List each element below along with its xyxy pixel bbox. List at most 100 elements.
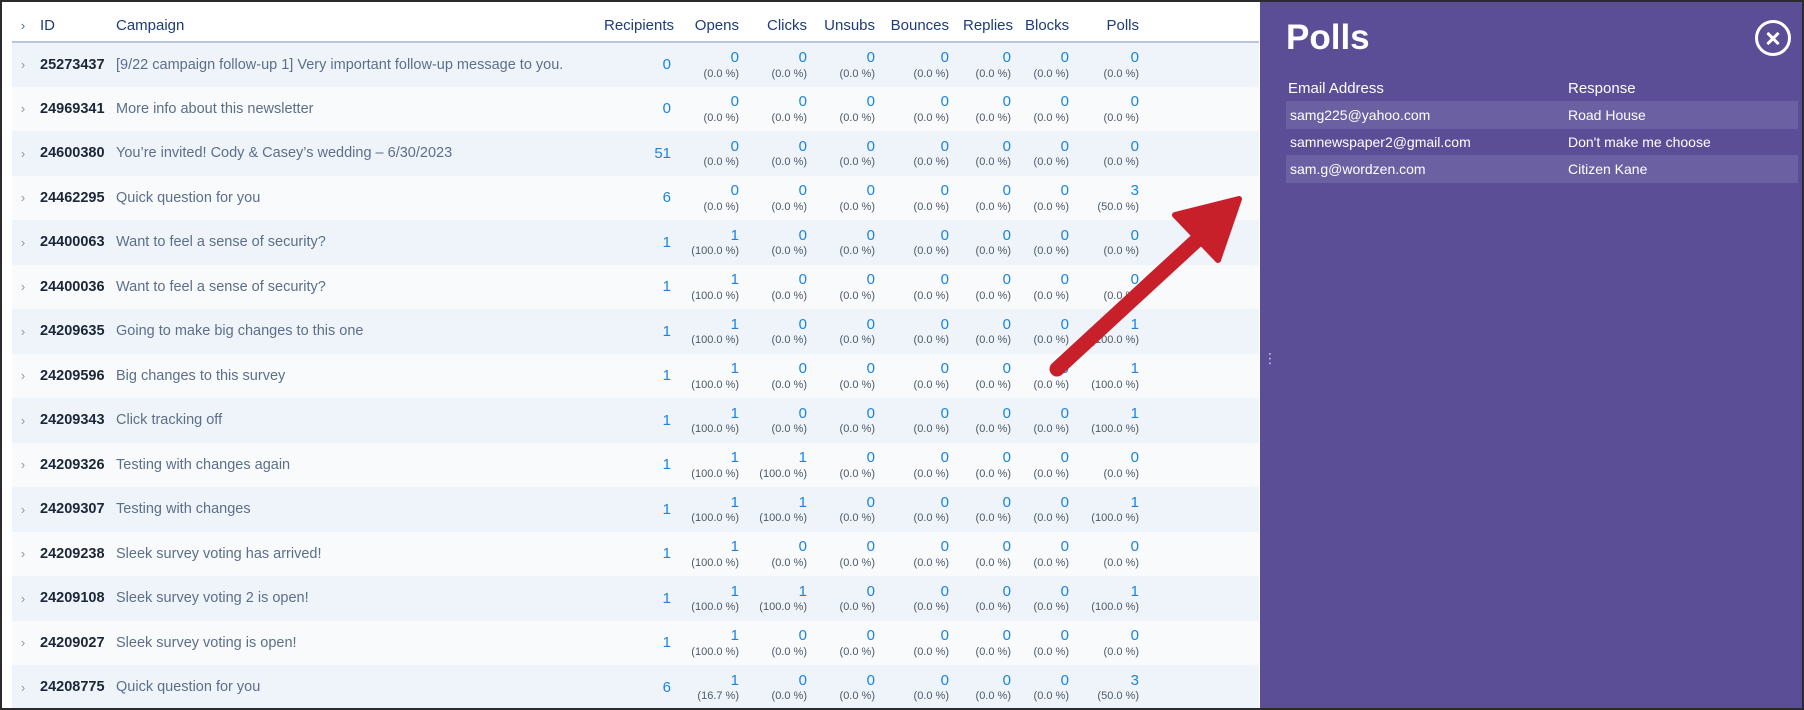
blocks-count[interactable]: 0 bbox=[1025, 93, 1069, 110]
opens-count[interactable]: 1 bbox=[685, 316, 739, 333]
table-row[interactable]: › 24208775 Quick question for you 6 1 (16.7 %… bbox=[12, 665, 1259, 708]
table-row[interactable]: › 24209238 Sleek survey voting has arrived… bbox=[12, 531, 1259, 577]
polls-count[interactable]: 0 bbox=[1083, 271, 1139, 288]
opens-count[interactable]: 0 bbox=[685, 182, 739, 199]
column-header-blocks[interactable]: Blocks bbox=[1025, 10, 1083, 43]
polls-count[interactable]: 0 bbox=[1083, 93, 1139, 110]
replies-count[interactable]: 0 bbox=[963, 360, 1011, 377]
clicks-count[interactable]: 1 bbox=[753, 494, 807, 511]
blocks-count[interactable]: 0 bbox=[1025, 271, 1069, 288]
unsubs-count[interactable]: 0 bbox=[821, 672, 875, 689]
bounces-count[interactable]: 0 bbox=[889, 627, 949, 644]
column-header-opens[interactable]: Opens bbox=[685, 10, 753, 43]
opens-count[interactable]: 1 bbox=[685, 227, 739, 244]
unsubs-count[interactable]: 0 bbox=[821, 583, 875, 600]
polls-count[interactable]: 0 bbox=[1083, 449, 1139, 466]
replies-count[interactable]: 0 bbox=[963, 49, 1011, 66]
replies-count[interactable]: 0 bbox=[963, 494, 1011, 511]
recipients-count[interactable]: 51 bbox=[604, 131, 685, 176]
unsubs-count[interactable]: 0 bbox=[821, 494, 875, 511]
opens-count[interactable]: 1 bbox=[685, 271, 739, 288]
polls-count[interactable]: 0 bbox=[1083, 627, 1139, 644]
polls-count[interactable]: 1 bbox=[1083, 583, 1139, 600]
recipients-count[interactable]: 6 bbox=[604, 176, 685, 221]
campaign-name[interactable]: Quick question for you bbox=[114, 176, 604, 221]
campaign-name[interactable]: Sleek survey voting is open! bbox=[114, 621, 604, 666]
chevron-right-icon[interactable]: › bbox=[12, 220, 34, 265]
blocks-count[interactable]: 0 bbox=[1025, 227, 1069, 244]
clicks-count[interactable]: 0 bbox=[753, 138, 807, 155]
chevron-right-icon[interactable]: › bbox=[12, 443, 34, 488]
table-row[interactable]: › 24600380 You’re invited! Cody & Casey’s … bbox=[12, 131, 1259, 176]
table-row[interactable]: › 24209027 Sleek survey voting is open! 1 1(… bbox=[12, 620, 1259, 666]
chevron-right-icon[interactable]: › bbox=[12, 532, 34, 577]
opens-count[interactable]: 1 bbox=[685, 583, 739, 600]
column-header-id[interactable]: ID bbox=[34, 10, 114, 43]
opens-count[interactable]: 1 bbox=[685, 672, 739, 689]
unsubs-count[interactable]: 0 bbox=[821, 138, 875, 155]
clicks-count[interactable]: 0 bbox=[753, 316, 807, 333]
recipients-count[interactable]: 0 bbox=[604, 42, 685, 87]
recipients-count[interactable]: 1 bbox=[604, 354, 685, 399]
recipients-count[interactable]: 1 bbox=[604, 576, 685, 621]
opens-count[interactable]: 0 bbox=[685, 93, 739, 110]
polls-count[interactable]: 1 bbox=[1083, 405, 1139, 422]
expand-all-chevron-icon[interactable]: › bbox=[12, 10, 34, 43]
blocks-count[interactable]: 0 bbox=[1025, 138, 1069, 155]
chevron-right-icon[interactable]: › bbox=[12, 131, 34, 176]
recipients-count[interactable]: 1 bbox=[604, 309, 685, 354]
polls-count[interactable]: 3 bbox=[1083, 672, 1139, 689]
polls-count[interactable]: 0 bbox=[1083, 227, 1139, 244]
blocks-count[interactable]: 0 bbox=[1025, 360, 1069, 377]
blocks-count[interactable]: 0 bbox=[1025, 583, 1069, 600]
unsubs-count[interactable]: 0 bbox=[821, 49, 875, 66]
table-row[interactable]: › 24209307 Testing with changes 1 1 (100.0 %)… bbox=[12, 487, 1259, 532]
opens-count[interactable]: 0 bbox=[685, 138, 739, 155]
unsubs-count[interactable]: 0 bbox=[821, 538, 875, 555]
recipients-count[interactable]: 1 bbox=[604, 443, 685, 488]
bounces-count[interactable]: 0 bbox=[889, 49, 949, 66]
replies-count[interactable]: 0 bbox=[963, 271, 1011, 288]
polls-count[interactable]: 1 bbox=[1083, 494, 1139, 511]
campaign-name[interactable]: Sleek survey voting has arrived! bbox=[114, 532, 604, 577]
clicks-count[interactable]: 0 bbox=[753, 627, 807, 644]
polls-count[interactable]: 3 bbox=[1083, 182, 1139, 199]
table-row[interactable]: › 24209343 Click tracking off 1 1 (100.0 %) 0(… bbox=[12, 398, 1259, 443]
replies-count[interactable]: 0 bbox=[963, 316, 1011, 333]
unsubs-count[interactable]: 0 bbox=[821, 271, 875, 288]
replies-count[interactable]: 0 bbox=[963, 449, 1011, 466]
chevron-right-icon[interactable]: › bbox=[12, 576, 34, 621]
unsubs-count[interactable]: 0 bbox=[821, 449, 875, 466]
bounces-count[interactable]: 0 bbox=[889, 494, 949, 511]
chevron-right-icon[interactable]: › bbox=[12, 176, 34, 221]
bounces-count[interactable]: 0 bbox=[889, 316, 949, 333]
replies-count[interactable]: 0 bbox=[963, 627, 1011, 644]
polls-count[interactable]: 1 bbox=[1083, 316, 1139, 333]
unsubs-count[interactable]: 0 bbox=[821, 360, 875, 377]
clicks-count[interactable]: 0 bbox=[753, 93, 807, 110]
table-row[interactable]: › 25273437 [9/22 campaign follow-up 1] Ver… bbox=[12, 42, 1259, 87]
recipients-count[interactable]: 1 bbox=[604, 621, 685, 666]
polls-count[interactable]: 1 bbox=[1083, 360, 1139, 377]
campaign-name[interactable]: [9/22 campaign follow-up 1] Very importa… bbox=[114, 42, 604, 87]
opens-count[interactable]: 1 bbox=[685, 405, 739, 422]
column-header-unsubs[interactable]: Unsubs bbox=[821, 10, 889, 43]
bounces-count[interactable]: 0 bbox=[889, 271, 949, 288]
bounces-count[interactable]: 0 bbox=[889, 93, 949, 110]
clicks-count[interactable]: 0 bbox=[753, 538, 807, 555]
chevron-right-icon[interactable]: › bbox=[12, 665, 34, 708]
unsubs-count[interactable]: 0 bbox=[821, 182, 875, 199]
clicks-count[interactable]: 0 bbox=[753, 271, 807, 288]
clicks-count[interactable]: 0 bbox=[753, 405, 807, 422]
unsubs-count[interactable]: 0 bbox=[821, 405, 875, 422]
column-header-clicks[interactable]: Clicks bbox=[753, 10, 821, 43]
column-header-polls[interactable]: Polls bbox=[1083, 10, 1259, 43]
bounces-count[interactable]: 0 bbox=[889, 449, 949, 466]
table-row[interactable]: › 24400063 Want to feel a sense of securit… bbox=[12, 220, 1259, 265]
opens-count[interactable]: 1 bbox=[685, 627, 739, 644]
opens-count[interactable]: 1 bbox=[685, 449, 739, 466]
close-circle-icon[interactable] bbox=[1755, 20, 1791, 56]
campaign-name[interactable]: Quick question for you bbox=[114, 665, 604, 708]
column-header-replies[interactable]: Replies bbox=[963, 10, 1025, 43]
clicks-count[interactable]: 0 bbox=[753, 182, 807, 199]
